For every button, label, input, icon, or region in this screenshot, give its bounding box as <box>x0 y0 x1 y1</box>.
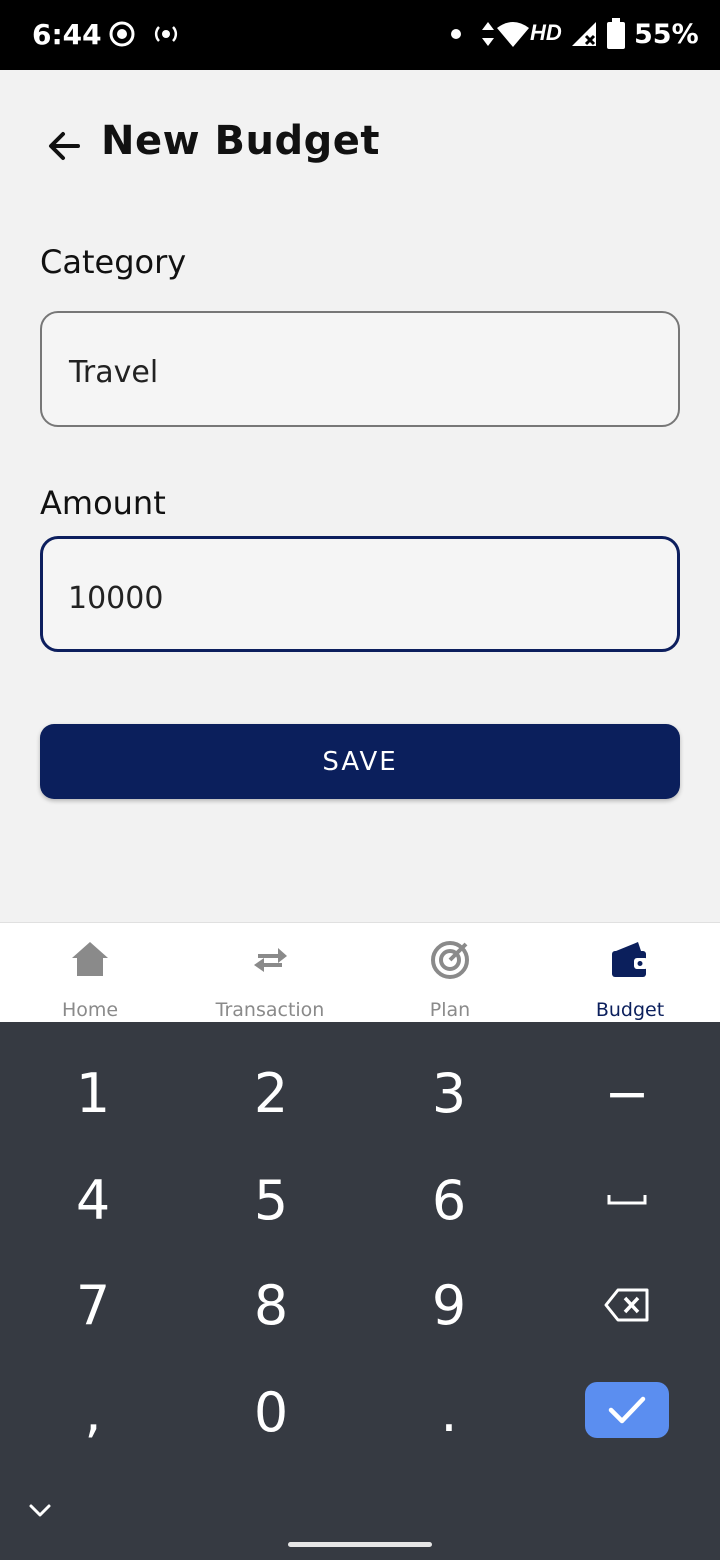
swap-arrows-icon <box>254 948 287 972</box>
nav-label-home: Home <box>61 999 119 1021</box>
amount-value: 10000 <box>68 581 164 616</box>
category-field[interactable]: Travel <box>40 311 680 427</box>
key-2[interactable]: 2 <box>211 1048 331 1138</box>
broadcast-icon <box>154 26 178 42</box>
numeric-keyboard: 1 2 3 − 4 5 6 7 8 9 , 0 . <box>0 1022 720 1560</box>
network-type-label: HD <box>530 20 562 45</box>
amount-input[interactable]: 10000 <box>40 536 680 652</box>
key-6[interactable]: 6 <box>389 1155 509 1245</box>
cell-signal-icon <box>572 22 596 46</box>
key-done[interactable] <box>585 1382 669 1438</box>
data-arrows-icon <box>482 22 494 46</box>
key-8[interactable]: 8 <box>211 1260 331 1350</box>
screen-record-icon <box>109 21 135 47</box>
save-button[interactable]: SAVE <box>40 724 680 799</box>
key-9[interactable]: 9 <box>389 1260 509 1350</box>
key-comma[interactable]: , <box>33 1367 153 1457</box>
key-backspace[interactable] <box>567 1260 687 1350</box>
nav-label-transaction: Transaction <box>215 999 325 1021</box>
notification-dot-icon <box>451 29 461 39</box>
key-space[interactable] <box>567 1155 687 1245</box>
back-arrow-icon[interactable] <box>44 126 84 166</box>
page-title: New Budget <box>101 118 380 164</box>
key-7[interactable]: 7 <box>33 1260 153 1350</box>
key-1[interactable]: 1 <box>33 1048 153 1138</box>
checkmark-icon <box>608 1396 646 1424</box>
target-icon <box>431 941 469 979</box>
nav-item-budget[interactable]: Budget <box>540 923 720 1023</box>
status-time: 6:44 <box>32 18 102 51</box>
key-4[interactable]: 4 <box>33 1155 153 1245</box>
key-period[interactable]: . <box>389 1367 509 1457</box>
bottom-nav: Home Transaction Plan Budget <box>0 922 720 1022</box>
category-value: Travel <box>69 355 159 390</box>
amount-label: Amount <box>40 484 166 522</box>
nav-item-plan[interactable]: Plan <box>360 923 540 1023</box>
battery-icon <box>607 18 625 49</box>
nav-item-home[interactable]: Home <box>0 923 180 1023</box>
category-label: Category <box>40 243 187 281</box>
nav-label-plan: Plan <box>429 999 471 1021</box>
home-indicator[interactable] <box>288 1542 432 1547</box>
key-minus[interactable]: − <box>567 1048 687 1138</box>
home-icon <box>72 942 108 976</box>
key-3[interactable]: 3 <box>389 1048 509 1138</box>
nav-label-budget: Budget <box>595 999 665 1021</box>
key-0[interactable]: 0 <box>211 1367 331 1457</box>
wifi-icon <box>497 22 529 47</box>
nav-item-transaction[interactable]: Transaction <box>180 923 360 1023</box>
key-5[interactable]: 5 <box>211 1155 331 1245</box>
wallet-icon <box>612 942 648 977</box>
space-icon <box>607 1195 647 1205</box>
backspace-icon <box>604 1288 649 1322</box>
status-bar: 6:44 HD 55% <box>0 0 720 70</box>
battery-percent: 55% <box>634 19 699 50</box>
chevron-down-icon[interactable] <box>28 1500 52 1520</box>
